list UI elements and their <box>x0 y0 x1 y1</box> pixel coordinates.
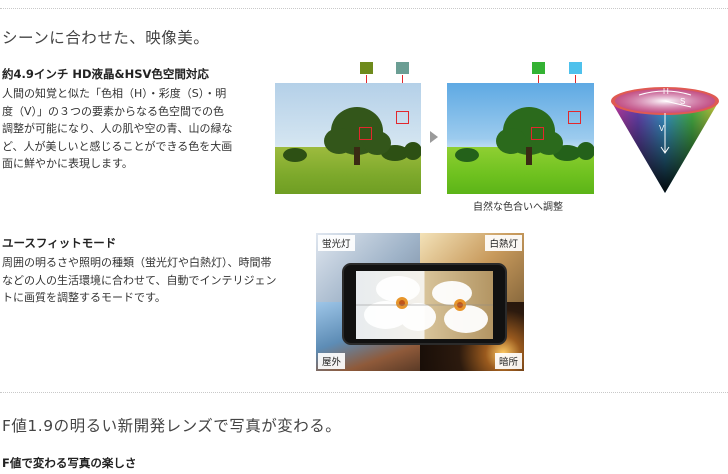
cone-label-s: S <box>680 97 685 106</box>
cone-label-v: V <box>659 124 665 133</box>
usefit-mode-image: 蛍光灯 白熱灯 屋外 暗所 <box>316 233 524 371</box>
section1-title: シーンに合わせた、映像美。 <box>2 29 210 47</box>
section2-title: F値1.9の明るい新開発レンズで写真が変わる。 <box>2 417 342 435</box>
label-outdoor: 屋外 <box>318 353 346 369</box>
middle-dotted-divider <box>0 392 728 393</box>
hsv-heading: 約4.9インチ HD液晶&HSV色空間対応 <box>2 67 209 81</box>
tree-photo-before <box>275 83 421 194</box>
before-color-swatch-right <box>396 62 409 74</box>
phone-screen <box>356 271 493 339</box>
after-marker-box-left <box>531 127 544 140</box>
hsv-description-line: 人間の知覚と似た「色相（H）・彩度（S）・明 <box>2 87 227 100</box>
hsv-description-line: 調整が可能になり、人の肌や空の青、山の緑な <box>2 122 233 135</box>
usefit-description-line: トに画質を調整するモードです。 <box>2 291 166 304</box>
hsv-description: 人間の知覚と似た「色相（H）・彩度（S）・明 度（V）」の３つの要素からなる色空… <box>2 85 270 173</box>
after-color-swatch-right <box>569 62 582 74</box>
section2-subheading: F値で変わる写真の楽しさ <box>2 456 137 470</box>
before-color-swatch-left <box>360 62 373 74</box>
hsv-description-line: 面に鮮やかに表現します。 <box>2 157 133 170</box>
photo-caption: 自然な色合いへ調整 <box>473 202 563 213</box>
cone-label-h: H <box>663 87 669 96</box>
phone-image <box>342 263 507 345</box>
hsv-description-line: 度（V）」の３つの要素からなる色空間での色 <box>2 104 225 118</box>
hsv-cone-diagram: H S V <box>611 87 719 193</box>
usefit-heading: ユースフィットモード <box>2 236 117 250</box>
label-dark: 暗所 <box>494 353 522 369</box>
after-color-swatch-left <box>532 62 545 74</box>
right-arrow-icon <box>430 131 438 143</box>
usefit-description-line: 周囲の明るさや照明の種類（蛍光灯や白熱灯）、時間帯 <box>2 256 272 269</box>
label-fluorescent: 蛍光灯 <box>318 235 355 251</box>
label-incandescent: 白熱灯 <box>485 235 522 251</box>
hsv-description-line: ど、人が美しいと感じることができる色を大画 <box>2 139 233 153</box>
tree-photo-after <box>447 83 594 194</box>
usefit-description: 周囲の明るさや照明の種類（蛍光灯や白熱灯）、時間帯 などの人の生活環境に合わせて… <box>2 254 302 307</box>
usefit-description-line: などの人の生活環境に合わせて、自動でインテリジェン <box>2 273 277 287</box>
after-marker-box-right <box>568 111 581 124</box>
before-marker-box-left <box>359 127 372 140</box>
before-marker-box-right <box>396 111 409 124</box>
top-dotted-divider <box>0 8 728 9</box>
